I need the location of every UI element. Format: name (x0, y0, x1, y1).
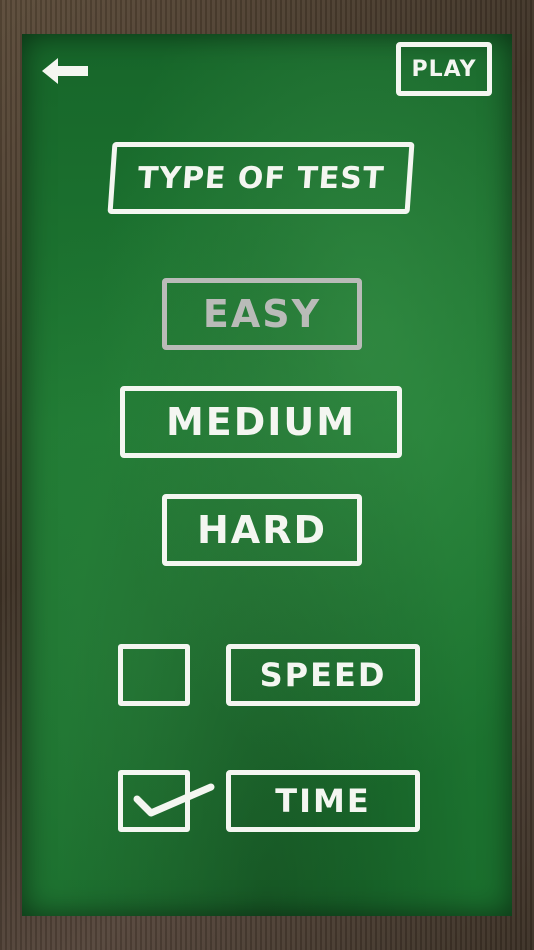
difficulty-easy-button[interactable]: EASY (162, 278, 362, 350)
time-mode-label: TIME (275, 782, 371, 820)
time-mode-button[interactable]: TIME (226, 770, 420, 832)
page-title-box: TYPE OF TEST (107, 142, 415, 214)
speed-mode-label: SPEED (259, 656, 387, 694)
page-title: TYPE OF TEST (136, 160, 386, 196)
speed-mode-button[interactable]: SPEED (226, 644, 420, 706)
difficulty-hard-button[interactable]: HARD (162, 494, 362, 566)
speed-checkbox[interactable] (118, 644, 190, 706)
difficulty-hard-label: HARD (196, 508, 327, 552)
difficulty-medium-label: MEDIUM (165, 400, 357, 444)
play-button[interactable]: PLAY (396, 42, 492, 96)
time-checkbox[interactable] (118, 770, 215, 832)
checkmark-icon (133, 783, 215, 817)
play-button-label: PLAY (411, 56, 477, 82)
difficulty-easy-label: EASY (202, 292, 322, 336)
difficulty-medium-button[interactable]: MEDIUM (120, 386, 402, 458)
back-arrow-icon[interactable] (38, 54, 92, 88)
